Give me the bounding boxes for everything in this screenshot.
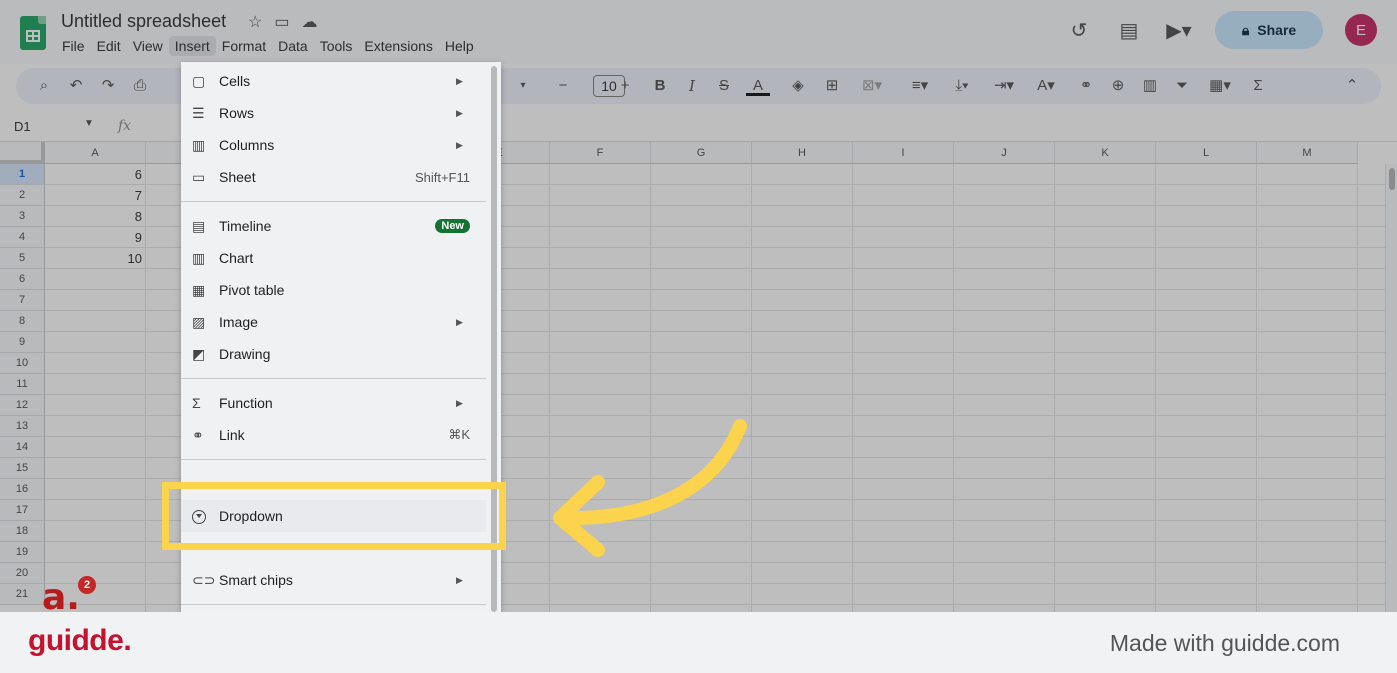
menu-separator bbox=[181, 459, 486, 460]
menu-item-function[interactable]: Σ Function ▶ bbox=[181, 387, 486, 419]
notification-count: 2 bbox=[78, 576, 96, 594]
rows-icon: ☰ bbox=[192, 104, 205, 121]
menu-item-cells[interactable]: ▢ Cells ▶ bbox=[181, 65, 486, 97]
shortcut-hint: Shift+F11 bbox=[414, 169, 470, 185]
menu-separator bbox=[181, 604, 486, 605]
made-with-text: Made with guidde.com bbox=[1109, 630, 1340, 656]
menu-item-image[interactable]: ▨ Image ▶ bbox=[181, 306, 486, 338]
menu-item-timeline[interactable]: ▤ Timeline New bbox=[181, 210, 486, 242]
menu-item-sheet[interactable]: ▭ Sheet Shift+F11 bbox=[181, 161, 486, 193]
smart-chips-icon: ⊂⊃ bbox=[192, 571, 216, 588]
submenu-arrow-icon: ▶ bbox=[456, 574, 463, 585]
sigma-icon: Σ bbox=[192, 395, 201, 411]
menu-item-link[interactable]: ⚭ Link ⌘K bbox=[181, 419, 486, 451]
menu-item-label: Dropdown bbox=[219, 508, 283, 524]
footer: guidde. Made with guidde.com bbox=[0, 612, 1397, 673]
menu-separator bbox=[181, 378, 486, 379]
menu-item-label: Function bbox=[219, 395, 273, 411]
guidde-brand: guidde. bbox=[28, 624, 132, 657]
menu-item-pivot-table[interactable]: ▦ Pivot table bbox=[181, 274, 486, 306]
sheet-icon: ▭ bbox=[192, 168, 206, 185]
menu-item-rows[interactable]: ☰ Rows ▶ bbox=[181, 97, 486, 129]
menu-item-label: Image bbox=[219, 314, 258, 330]
menu-item-label: Sheet bbox=[219, 169, 256, 185]
menu-item-label: Cells bbox=[219, 73, 251, 89]
submenu-arrow-icon: ▶ bbox=[456, 75, 463, 86]
columns-icon: ▥ bbox=[192, 136, 206, 153]
chart-icon: ▥ bbox=[192, 249, 206, 266]
menu-item-dropdown[interactable]: Dropdown bbox=[181, 500, 486, 532]
guidde-widget[interactable]: a. 2 bbox=[38, 576, 96, 616]
dropdown-circle-icon bbox=[181, 508, 219, 525]
link-icon: ⚭ bbox=[192, 426, 204, 443]
menu-item-label: Rows bbox=[219, 105, 255, 121]
pivot-table-icon: ▦ bbox=[192, 281, 206, 298]
submenu-arrow-icon: ▶ bbox=[456, 107, 463, 118]
submenu-arrow-icon: ▶ bbox=[456, 397, 463, 408]
timeline-icon: ▤ bbox=[192, 217, 206, 234]
drawing-icon: ◩ bbox=[192, 345, 206, 362]
guidde-logo-icon: a. bbox=[42, 577, 80, 618]
menu-item-label: Timeline bbox=[219, 218, 272, 234]
submenu-arrow-icon: ▶ bbox=[456, 316, 463, 327]
menu-item-smart-chips[interactable]: ⊂⊃ Smart chips ▶ bbox=[181, 564, 486, 596]
menu-separator bbox=[181, 201, 486, 202]
menu-item-drawing[interactable]: ◩ Drawing bbox=[181, 338, 486, 370]
image-icon: ▨ bbox=[192, 313, 206, 330]
menu-item-label: Chart bbox=[219, 250, 254, 266]
submenu-arrow-icon: ▶ bbox=[456, 139, 463, 150]
menu-item-chart[interactable]: ▥ Chart bbox=[181, 242, 486, 274]
cells-icon: ▢ bbox=[192, 72, 206, 89]
screen: Untitled spreadsheet ☆ ▭ ☁ File Edit Vie… bbox=[0, 0, 1397, 673]
new-badge: New bbox=[435, 219, 470, 233]
menu-item-label: Pivot table bbox=[219, 282, 285, 298]
shortcut-hint: ⌘K bbox=[448, 427, 470, 442]
menu-item-label: Link bbox=[219, 427, 245, 443]
menu-item-label: Smart chips bbox=[219, 572, 293, 588]
pointer-arrow-icon bbox=[553, 419, 747, 557]
menu-item-label: Drawing bbox=[219, 346, 271, 362]
menu-item-label: Columns bbox=[219, 137, 275, 153]
menu-item-columns[interactable]: ▥ Columns ▶ bbox=[181, 129, 486, 161]
